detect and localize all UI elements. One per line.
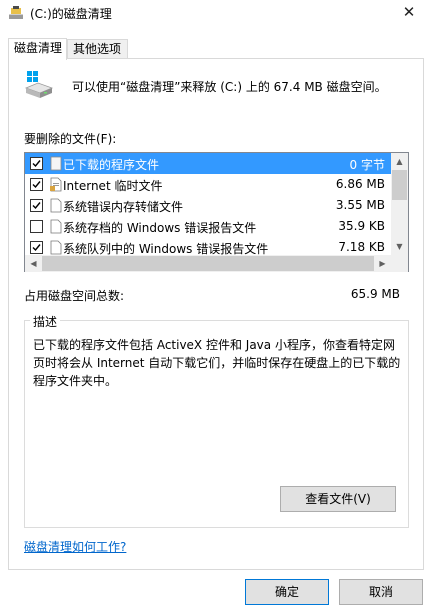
disk-cleanup-icon	[24, 71, 54, 98]
view-files-button[interactable]: 查看文件(V)	[280, 486, 396, 512]
file-checkbox[interactable]	[30, 241, 43, 254]
document-icon	[50, 219, 62, 234]
document-icon	[50, 240, 62, 255]
space-summary-text: 可以使用“磁盘清理”来释放 (C:) 上的 67.4 MB 磁盘空间。	[72, 80, 387, 94]
scrollbar-corner	[391, 255, 408, 272]
disk-cleanup-app-icon	[9, 6, 23, 19]
scroll-up-arrow-icon[interactable]: ▲	[391, 153, 408, 170]
scroll-left-arrow-icon[interactable]: ◀	[25, 255, 42, 272]
files-to-delete-label: 要删除的文件(F):	[24, 132, 117, 146]
file-size: 7.18 KB	[338, 240, 385, 254]
file-name: Internet 临时文件	[63, 179, 163, 193]
close-button[interactable]: ✕	[386, 0, 432, 26]
file-checkbox[interactable]	[30, 178, 43, 191]
window-title: (C:)的磁盘清理	[30, 7, 112, 21]
file-row[interactable]: Internet 临时文件 6.86 MB	[25, 174, 391, 195]
horizontal-scroll-thumb[interactable]	[42, 256, 374, 271]
file-name: 系统错误内存转储文件	[63, 200, 184, 214]
cancel-button[interactable]: 取消	[339, 579, 423, 605]
file-checkbox[interactable]	[30, 199, 43, 212]
file-name: 已下载的程序文件	[63, 158, 160, 172]
file-size: 35.9 KB	[338, 219, 385, 233]
files-list: 已下载的程序文件 0 字节 Internet 临时文件 6.86 MB 系统错误…	[25, 153, 391, 255]
file-name: 系统存档的 Windows 错误报告文件	[63, 221, 257, 235]
file-row[interactable]: 已下载的程序文件 0 字节	[25, 153, 391, 174]
scroll-down-arrow-icon[interactable]: ▼	[391, 238, 408, 255]
ok-button[interactable]: 确定	[245, 579, 329, 605]
total-space-value: 65.9 MB	[350, 287, 400, 301]
file-row[interactable]: 系统错误内存转储文件 3.55 MB	[25, 195, 391, 216]
file-size: 0 字节	[349, 158, 385, 172]
file-row[interactable]: 系统队列中的 Windows 错误报告文件 7.18 KB	[25, 237, 391, 255]
scroll-right-arrow-icon[interactable]: ▶	[374, 255, 391, 272]
file-row[interactable]: 系统存档的 Windows 错误报告文件 35.9 KB	[25, 216, 391, 237]
file-size: 3.55 MB	[335, 198, 385, 212]
folder-icon	[50, 156, 62, 171]
title-bar: (C:)的磁盘清理 ✕	[0, 0, 432, 26]
tab-disk-cleanup[interactable]: 磁盘清理	[8, 38, 67, 60]
total-space-label: 占用磁盘空间总数:	[24, 289, 125, 303]
document-icon	[50, 198, 62, 213]
file-checkbox[interactable]	[30, 157, 43, 170]
description-title: 描述	[30, 313, 61, 330]
vertical-scrollbar[interactable]: ▲ ▼	[391, 153, 408, 255]
file-checkbox[interactable]	[30, 220, 43, 233]
tab-more-options[interactable]: 其他选项	[67, 39, 128, 60]
file-size: 6.86 MB	[335, 177, 385, 191]
horizontal-scrollbar[interactable]: ◀ ▶	[25, 255, 391, 272]
description-text: 已下载的程序文件包括 ActiveX 控件和 Java 小程序，你查看特定网页时…	[33, 338, 401, 388]
file-name: 系统队列中的 Windows 错误报告文件	[63, 242, 269, 255]
document-lock-icon	[50, 177, 62, 192]
files-listbox[interactable]: 已下载的程序文件 0 字节 Internet 临时文件 6.86 MB 系统错误…	[24, 152, 409, 272]
vertical-scroll-thumb[interactable]	[392, 170, 407, 200]
how-disk-cleanup-works-link[interactable]: 磁盘清理如何工作?	[24, 538, 126, 555]
